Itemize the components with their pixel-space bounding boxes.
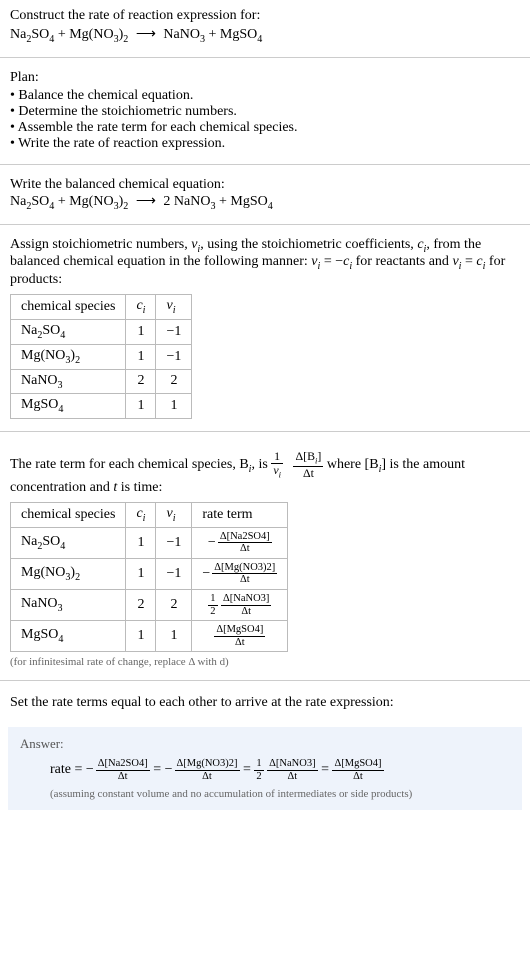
header-section: Construct the rate of reaction expressio… [0, 0, 530, 53]
unbalanced-equation: Na2SO4 + Mg(NO3)2 ⟶ NaNO3 + MgSO4 [10, 26, 520, 45]
cell-ci: 2 [126, 369, 156, 394]
plus: + [205, 27, 220, 42]
rate-term-section: The rate term for each chemical species,… [0, 436, 530, 676]
col-ci: ci [126, 295, 156, 320]
species-mgso4: MgSO4 [220, 27, 262, 42]
table-row: MgSO4 1 1 [11, 394, 192, 419]
table-header-row: chemical species ci νi rate term [11, 503, 288, 528]
plan-section: Plan: • Balance the chemical equation. •… [0, 62, 530, 160]
prompt-text: Construct the rate of reaction expressio… [10, 8, 520, 24]
cell-ci: 2 [126, 590, 156, 621]
species-na2so4: Na2SO4 [10, 194, 54, 209]
infinitesimal-note: (for infinitesimal rate of change, repla… [10, 656, 520, 668]
table-row: MgSO4 1 1 Δ[MgSO4]Δt [11, 621, 288, 652]
cell-rate-term: 12 Δ[NaNO3]Δt [192, 590, 288, 621]
cell-species: NaNO3 [11, 590, 126, 621]
cell-ci: 1 [126, 621, 156, 652]
plan-item: • Balance the chemical equation. [10, 88, 520, 104]
cell-species: Na2SO4 [11, 527, 126, 558]
table-row: Mg(NO3)2 1 −1 −Δ[Mg(NO3)2]Δt [11, 558, 288, 589]
divider [0, 164, 530, 165]
answer-equation: rate = −Δ[Na2SO4]Δt = −Δ[Mg(NO3)2]Δt = 1… [50, 758, 510, 782]
col-species: chemical species [11, 503, 126, 528]
answer-box: Answer: rate = −Δ[Na2SO4]Δt = −Δ[Mg(NO3)… [8, 727, 522, 810]
cell-species: MgSO4 [11, 621, 126, 652]
cell-nui: 1 [156, 621, 192, 652]
cell-species: Na2SO4 [11, 319, 126, 344]
table-row: Mg(NO3)2 1 −1 [11, 344, 192, 369]
cell-rate-term: −Δ[Na2SO4]Δt [192, 527, 288, 558]
assign-section: Assign stoichiometric numbers, νi, using… [0, 229, 530, 428]
plus: + [216, 194, 231, 209]
stoich-table: chemical species ci νi Na2SO4 1 −1 Mg(NO… [10, 294, 192, 419]
table-row: Na2SO4 1 −1 [11, 319, 192, 344]
assign-text: Assign stoichiometric numbers, νi, using… [10, 237, 520, 289]
plan-item: • Assemble the rate term for each chemic… [10, 120, 520, 136]
species-na2so4: Na2SO4 [10, 27, 54, 42]
plan-item: • Write the rate of reaction expression. [10, 136, 520, 152]
cell-ci: 1 [126, 319, 156, 344]
plus: + [54, 27, 69, 42]
answer-label: Answer: [20, 737, 510, 752]
table-row: NaNO3 2 2 12 Δ[NaNO3]Δt [11, 590, 288, 621]
species-nano3: NaNO3 [174, 194, 216, 209]
col-rate-term: rate term [192, 503, 288, 528]
divider [0, 431, 530, 432]
plus: + [54, 194, 69, 209]
table-row: NaNO3 2 2 [11, 369, 192, 394]
species-mgno32: Mg(NO3)2 [69, 27, 128, 42]
cell-ci: 1 [126, 527, 156, 558]
species-mgno32: Mg(NO3)2 [69, 194, 128, 209]
cell-ci: 1 [126, 558, 156, 589]
table-row: Na2SO4 1 −1 −Δ[Na2SO4]Δt [11, 527, 288, 558]
col-ci: ci [126, 503, 156, 528]
balanced-section: Write the balanced chemical equation: Na… [0, 169, 530, 220]
divider [0, 224, 530, 225]
plan-item: • Determine the stoichiometric numbers. [10, 104, 520, 120]
rate-term-table: chemical species ci νi rate term Na2SO4 … [10, 502, 288, 652]
cell-ci: 1 [126, 394, 156, 419]
cell-nui: 2 [156, 369, 192, 394]
species-mgso4: MgSO4 [230, 194, 272, 209]
col-species: chemical species [11, 295, 126, 320]
cell-rate-term: −Δ[Mg(NO3)2]Δt [192, 558, 288, 589]
cell-species: Mg(NO3)2 [11, 344, 126, 369]
col-nui: νi [156, 503, 192, 528]
coef-2: 2 [163, 194, 174, 209]
cell-ci: 1 [126, 344, 156, 369]
divider [0, 57, 530, 58]
reaction-arrow-icon: ⟶ [132, 26, 160, 43]
divider [0, 680, 530, 681]
fraction-1-over-nui: 1νi [271, 450, 283, 480]
cell-species: MgSO4 [11, 394, 126, 419]
fraction-half: 12 [208, 593, 217, 617]
col-nui: νi [156, 295, 192, 320]
cell-nui: −1 [156, 558, 192, 589]
cell-nui: 1 [156, 394, 192, 419]
fraction-dBi-dt: Δ[Bi]Δt [293, 450, 323, 480]
cell-nui: −1 [156, 319, 192, 344]
answer-note: (assuming constant volume and no accumul… [50, 788, 510, 800]
balanced-equation: Na2SO4 + Mg(NO3)2 ⟶ 2 NaNO3 + MgSO4 [10, 193, 520, 212]
cell-nui: 2 [156, 590, 192, 621]
fraction-half: 12 [254, 758, 263, 782]
balanced-heading: Write the balanced chemical equation: [10, 177, 520, 193]
species-nano3: NaNO3 [163, 27, 205, 42]
table-header-row: chemical species ci νi [11, 295, 192, 320]
reaction-arrow-icon: ⟶ [132, 193, 160, 210]
set-terms-text: Set the rate terms equal to each other t… [0, 687, 530, 719]
cell-nui: −1 [156, 344, 192, 369]
rate-intro-text: The rate term for each chemical species,… [10, 450, 520, 496]
cell-rate-term: Δ[MgSO4]Δt [192, 621, 288, 652]
cell-species: Mg(NO3)2 [11, 558, 126, 589]
plan-heading: Plan: [10, 70, 520, 86]
cell-species: NaNO3 [11, 369, 126, 394]
cell-nui: −1 [156, 527, 192, 558]
